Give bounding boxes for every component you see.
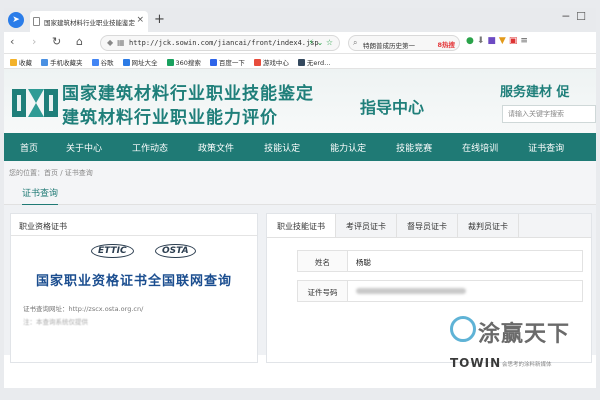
bookmark-item[interactable]: 游戏中心 [253,57,289,67]
bookmark-label: 百度一下 [218,59,245,67]
tab-strip: ➤ 国家建筑材料行业职业技能鉴定 × + ─ ☐ [4,8,596,32]
id-label: 证件号码 [298,281,348,301]
bookmark-item[interactable]: 无erd… [297,57,331,67]
tab-examiner-card[interactable]: 考评员证卡 [336,214,397,237]
back-icon[interactable]: ‹ [10,35,14,48]
bookmark-item[interactable]: 收藏 [10,57,32,67]
bookmark-icon [10,59,17,66]
main-nav: 首页 关于中心 工作动态 政策文件 技能认定 能力认定 技能竞赛 在线培训 证书… [4,133,596,161]
bookmark-item[interactable]: 谷歌 [91,57,114,67]
bookmark-icon [166,59,174,66]
nav-item-contest[interactable]: 技能竞赛 [396,141,432,154]
bookmark-icon [209,59,217,66]
url-input[interactable]: ◆ ▦ http://jck.sowin.com/jiancai/front/i… [100,35,340,51]
nav-item-policy[interactable]: 政策文件 [198,141,234,154]
site-search-input[interactable] [502,105,596,123]
tab-supervisor-card[interactable]: 督导员证卡 [397,214,458,237]
bookmark-icon [297,59,305,66]
breadcrumb: 您的位置：首页 / 证书查询 [4,161,596,181]
bookmark-label: 网址大全 [131,59,158,67]
name-field[interactable]: 杨聪 [356,257,371,268]
tab-skill-cert[interactable]: 职业技能证书 [267,214,336,237]
ettic-logo: ETTIC [91,244,134,258]
bookmark-label: 收藏 [19,59,32,67]
id-field[interactable] [356,287,466,296]
nav-item-cert-query[interactable]: 证书查询 [528,141,564,154]
bookmark-item[interactable]: 360搜索 [166,57,201,67]
home-icon[interactable]: ⌂ [76,35,83,48]
bottom-strip [0,388,600,400]
browser-search-input[interactable]: ⌕ 特朗普成历史第一 8热搜 [348,35,460,51]
query-note-text: 注：本查询系统仅提供 [23,318,88,326]
site-title-line3: 指导中心 [360,98,425,117]
forward-icon[interactable]: › [32,35,36,48]
window-controls[interactable]: ─ ☐ [563,10,586,23]
watermark-en: TOWIN [450,356,502,370]
reload-icon[interactable]: ↻ [52,35,61,48]
site-title-line1: 国家建筑材料行业职业技能鉴定 [62,84,314,104]
name-label: 姓名 [298,251,348,271]
browser-tab[interactable]: 国家建筑材料行业职业技能鉴定 × [30,11,148,32]
watermark-logo-icon [450,316,476,342]
watermark-sub: 会思考的涂料新媒体 [502,362,552,368]
lock-icon: ◆ [107,38,114,47]
address-bar-row: ‹ › ↻ ⌂ ◆ ▦ http://jck.sowin.com/jiancai… [4,32,596,54]
bookmark-label: 360搜索 [175,59,201,67]
query-url-text[interactable]: 证书查询网址：http://zscx.osta.org.cn/ [23,303,257,313]
nav-item-skill-cert[interactable]: 技能认定 [264,141,300,154]
search-icon: ⌕ [353,38,358,47]
id-row: 证件号码 [297,280,583,302]
bookmark-icon [41,59,48,66]
nav-item-news[interactable]: 工作动态 [132,141,168,154]
nav-item-about[interactable]: 关于中心 [66,141,102,154]
blurred-id-value [356,288,466,294]
nav-item-training[interactable]: 在线培训 [462,141,498,154]
bookmark-label: 手机收藏夹 [50,59,83,67]
name-row: 姓名 杨聪 [297,250,583,272]
close-tab-icon[interactable]: × [136,15,144,25]
hot-badge: 8热搜 [437,41,455,49]
search-text: 特朗普成历史第一 [363,42,415,50]
bookmark-label: 游戏中心 [262,59,289,67]
site-header: 国家建筑材料行业职业技能鉴定 建筑材料行业职业能力评价 指导中心 服务建材 促 [4,69,596,133]
osta-logo: OSTA [155,244,196,258]
toolbar-icons[interactable]: ●⬇■▼▣≡ [466,36,531,46]
bookmark-icon [253,59,261,66]
left-panel-title: 职业资格证书 [11,214,257,236]
url-text: http://jck.sowin.com/jiancai/front/index… [129,39,319,47]
service-slogan: 服务建材 促 [500,85,570,100]
site-logo-icon[interactable] [10,83,60,123]
site-title-line2: 建筑材料行业职业能力评价 [62,108,278,128]
nav-item-home[interactable]: 首页 [20,141,38,154]
partner-logos: ETTIC OSTA [11,236,257,264]
tab-cert-query[interactable]: 证书查询 [22,186,59,206]
nav-item-ability-cert[interactable]: 能力认定 [330,141,366,154]
bookmark-label: 谷歌 [100,59,114,67]
bookmark-label: 无erd… [306,59,331,67]
grid-icon: ▦ [117,38,125,47]
tab-referee-card[interactable]: 裁判员证卡 [458,214,519,237]
browser-logo-icon[interactable]: ➤ [8,12,24,28]
bookmark-item[interactable]: 网址大全 [122,57,158,67]
tab-title: 国家建筑材料行业职业技能鉴定 [44,19,135,27]
watermark: 涂赢天下 TOWIN 会思考的涂料新媒体 [440,316,596,388]
new-tab-icon[interactable]: + [154,12,165,27]
lightning-icon[interactable]: ⚡ ⌄ ☆ [308,38,333,47]
right-panel-tabs: 职业技能证书 考评员证卡 督导员证卡 裁判员证卡 [267,214,591,238]
bookmarks-bar: 收藏 手机收藏夹 谷歌 网址大全 360搜索 百度一下 游戏中心 无erd… [4,54,596,69]
page-icon [33,17,40,26]
bookmark-icon [122,59,130,66]
page-tab-row: 证书查询 [4,181,596,206]
watermark-cn: 涂赢天下 [478,321,571,347]
left-panel: 职业资格证书 ETTIC OSTA 国家职业资格证书全国联网查询 证书查询网址：… [10,213,258,363]
bookmark-icon [91,59,99,66]
left-panel-heading: 国家职业资格证书全国联网查询 [35,274,232,289]
bookmark-item[interactable]: 百度一下 [209,57,245,67]
bookmark-item[interactable]: 手机收藏夹 [41,57,83,67]
